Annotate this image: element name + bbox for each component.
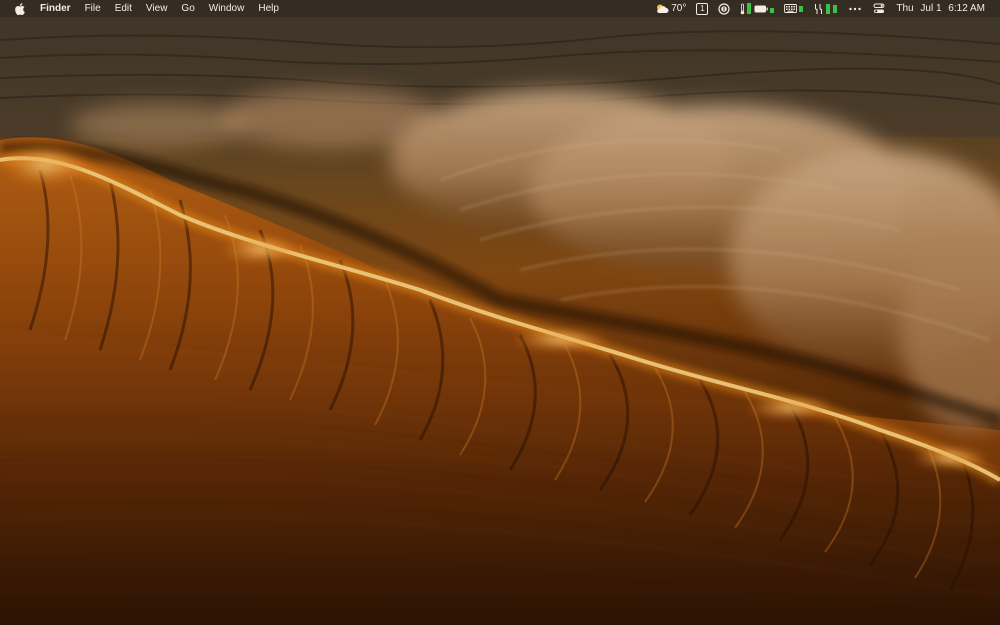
menu-view[interactable]: View (139, 0, 175, 17)
battery-status[interactable] (735, 0, 779, 17)
keyboard-status[interactable] (779, 0, 808, 17)
menu-help[interactable]: Help (251, 0, 286, 17)
desktop: Finder File Edit View Go Window Help 70° (0, 0, 1000, 625)
apple-logo-icon[interactable] (12, 2, 33, 15)
circle-key-icon (718, 2, 730, 15)
clock-day: Thu (896, 3, 914, 14)
menu-window[interactable]: Window (202, 0, 252, 17)
menu-clock[interactable]: Thu Jul 1 6:12 AM (890, 0, 992, 17)
onepassword-status[interactable] (713, 0, 735, 17)
calendar-day: 1 (700, 3, 705, 13)
battery-icon (754, 5, 769, 13)
control-center-icon (873, 3, 885, 14)
green-level-bar-icon (799, 5, 804, 12)
usb-plug-icon (813, 3, 824, 15)
green-level-bar-icon (747, 3, 752, 14)
desktop-wallpaper (0, 0, 1000, 625)
menu-app-finder[interactable]: Finder (33, 0, 78, 17)
more-status[interactable] (842, 0, 868, 17)
partly-cloudy-icon (655, 3, 669, 14)
weather-status[interactable]: 70° (650, 0, 691, 17)
menu-bar: Finder File Edit View Go Window Help 70° (0, 0, 1000, 17)
clock-date: Jul 1 (920, 3, 942, 14)
menu-edit[interactable]: Edit (108, 0, 139, 17)
green-level-bar-icon (833, 4, 838, 13)
green-level-bar-icon (826, 3, 831, 14)
menu-file[interactable]: File (78, 0, 108, 17)
weather-temperature: 70° (671, 3, 687, 14)
control-center-status[interactable] (868, 0, 890, 17)
usb-status[interactable] (808, 0, 842, 17)
ellipsis-icon (849, 7, 862, 11)
keyboard-icon (784, 4, 798, 13)
thermometer-icon (740, 3, 745, 15)
calendar-status[interactable]: 1 (691, 0, 713, 17)
menu-go[interactable]: Go (174, 0, 201, 17)
green-level-bar-icon (770, 8, 775, 13)
clock-time: 6:12 AM (948, 3, 985, 14)
calendar-icon: 1 (696, 2, 709, 15)
